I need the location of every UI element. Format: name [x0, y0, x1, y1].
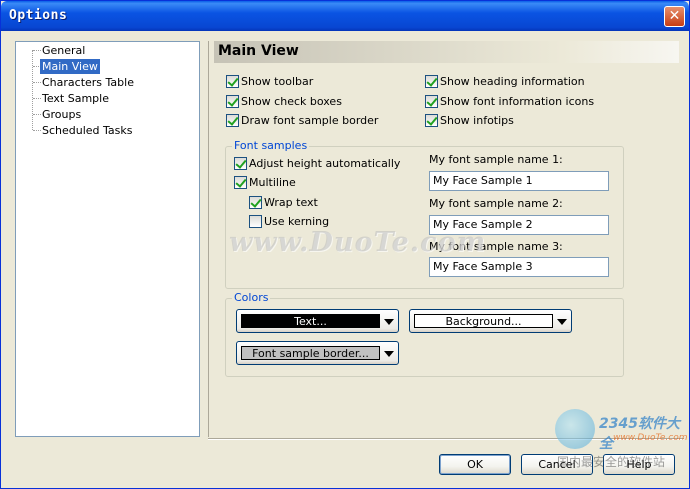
checkbox-label: Draw font sample border: [241, 114, 379, 127]
group-legend: Colors: [232, 291, 271, 304]
tree-item-general[interactable]: General: [40, 43, 87, 58]
text-color-swatch: Text...: [241, 314, 380, 328]
checkbox-label: Show heading information: [440, 75, 585, 88]
tree-item-groups[interactable]: Groups: [40, 107, 83, 122]
checkbox-box: [425, 95, 438, 108]
checkbox-label: Show infotips: [440, 114, 514, 127]
border-color-swatch: Font sample border...: [241, 346, 380, 360]
watermark-url: www.DuoTe.com: [613, 433, 688, 443]
tree-item-main-view[interactable]: Main View: [40, 59, 100, 74]
checkbox-label: Wrap text: [264, 196, 318, 209]
checkbox-box: [249, 196, 262, 209]
page-title: Main View: [218, 43, 299, 59]
chevron-down-icon: [384, 319, 394, 325]
background-color-swatch: Background...: [414, 314, 553, 328]
checkbox-label: Show toolbar: [241, 75, 314, 88]
text-color-button[interactable]: Text...: [236, 309, 399, 333]
checkbox-box: [226, 114, 239, 127]
sample-name-2-label: My font sample name 2:: [429, 197, 563, 210]
options-tree: General Main View Characters Table Text …: [15, 41, 200, 437]
watermark-logo-icon: [555, 409, 595, 449]
ok-button[interactable]: OK: [439, 454, 511, 475]
watermark-text: www.DuoTe.com: [229, 227, 487, 258]
group-legend: Font samples: [232, 139, 310, 152]
close-icon: ✕: [668, 8, 681, 24]
watermark-slogan: 国内最安全的软件站: [557, 455, 666, 469]
font-sample-border-color-button[interactable]: Font sample border...: [236, 341, 399, 365]
checkbox-box: [425, 75, 438, 88]
checkbox-label: Multiline: [249, 176, 296, 189]
tree-item-scheduled-tasks[interactable]: Scheduled Tasks: [40, 123, 135, 138]
panel-divider: [208, 41, 209, 437]
checkbox-box: [226, 75, 239, 88]
close-button[interactable]: ✕: [664, 6, 685, 27]
chevron-down-icon: [384, 351, 394, 357]
title-bar[interactable]: Options ✕: [1, 1, 689, 31]
chevron-down-icon: [557, 319, 567, 325]
sample-name-1-label: My font sample name 1:: [429, 153, 563, 166]
window-title: Options: [9, 8, 68, 23]
tree-connector: [32, 50, 33, 130]
background-color-button[interactable]: Background...: [409, 309, 572, 333]
checkbox-box: [234, 176, 247, 189]
checkbox-label: Adjust height automatically: [249, 157, 401, 170]
checkbox-label: Show check boxes: [241, 95, 342, 108]
page-header: Main View: [214, 41, 679, 63]
sample-name-1-input[interactable]: My Face Sample 1: [429, 171, 609, 191]
tree-item-characters-table[interactable]: Characters Table: [40, 75, 136, 90]
sample-name-3-input[interactable]: My Face Sample 3: [429, 257, 609, 277]
checkbox-label: Show font information icons: [440, 95, 595, 108]
options-dialog: Options ✕ General Main View Characters T…: [0, 0, 690, 489]
tree-item-text-sample[interactable]: Text Sample: [40, 91, 111, 106]
checkbox-box: [234, 157, 247, 170]
checkbox-box: [425, 114, 438, 127]
checkbox-box: [226, 95, 239, 108]
